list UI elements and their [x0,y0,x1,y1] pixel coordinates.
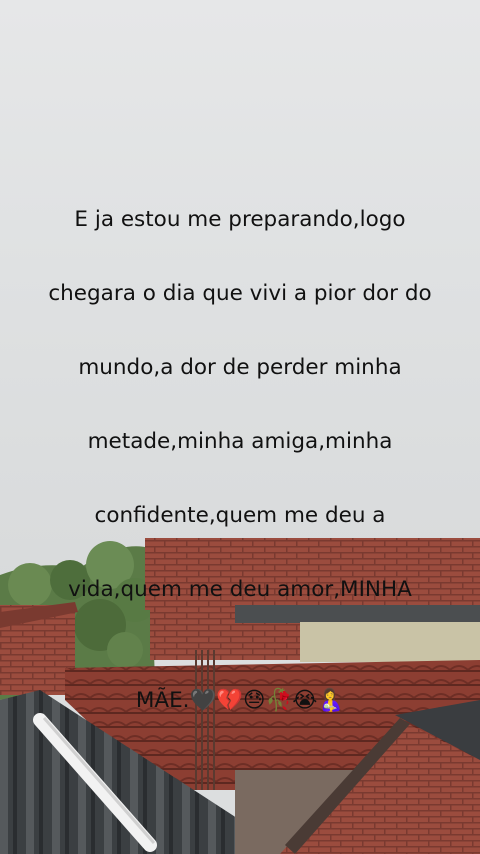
caption-line: vida,quem me deu amor,MINHA [68,577,412,602]
caption-last-line: MÃE.🖤💔😓🥀😭🤱 [12,645,468,719]
crying-face-icon: 😭 [292,688,318,713]
breastfeeding-icon: 🤱 [317,688,345,713]
caption-line: E ja estou me preparando,logo [74,207,406,232]
caption-line: chegara o dia que vivi a pior dor do [48,281,432,306]
caption-text: E ja estou me preparando,logo chegara o … [12,164,468,756]
broken-heart-icon: 💔 [216,688,244,713]
caption-word-mae: MÃE. [135,688,190,713]
caption-line: metade,minha amiga,minha [87,429,393,454]
black-heart-icon: 🖤 [189,688,217,713]
wilted-rose-icon: 🥀 [265,688,293,713]
caption-line: confidente,quem me deu a [94,503,386,528]
caption-line: mundo,a dor de perder minha [78,355,402,380]
sad-sweat-face-icon: 😓 [243,688,266,713]
emoji-row: 🖤💔😓🥀😭🤱 [190,688,345,713]
